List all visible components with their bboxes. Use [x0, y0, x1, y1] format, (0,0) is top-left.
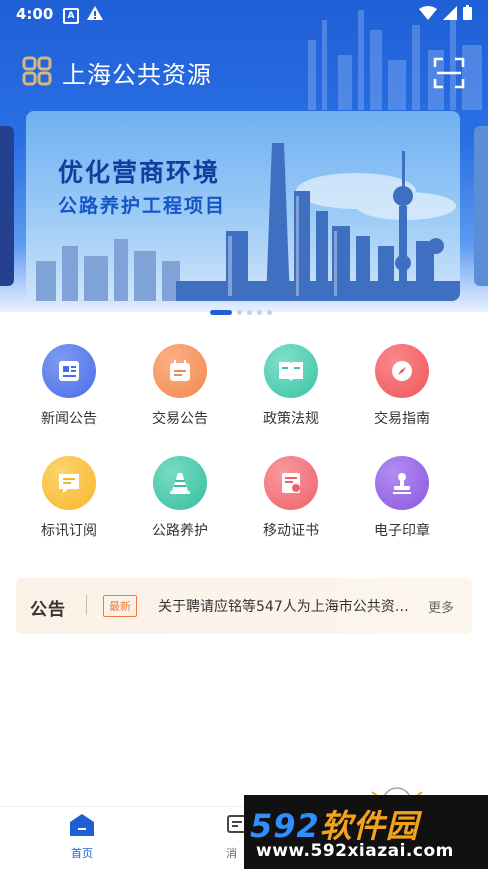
menu-label: 电子印章	[374, 523, 430, 539]
menu-item-policy[interactable]: 政策法规	[236, 344, 346, 428]
banner-next-peek[interactable]	[474, 126, 488, 286]
banner-prev-peek[interactable]	[0, 126, 14, 286]
nav-home[interactable]: 首页	[60, 813, 104, 861]
status-time: 4:00	[16, 5, 54, 23]
banner-title: 优化营商环境	[58, 158, 221, 187]
watermark-url: www.592xiazai.com	[256, 841, 454, 861]
menu-label: 标讯订阅	[41, 523, 97, 539]
menu-label: 交易指南	[374, 411, 430, 427]
menu-label: 政策法规	[263, 411, 319, 427]
banner-subtitle: 公路养护工程项目	[58, 195, 227, 217]
menu-label: 新闻公告	[41, 411, 97, 427]
battery-icon	[463, 5, 472, 20]
menu-item-subscription[interactable]: 标讯订阅	[14, 456, 124, 540]
warning-icon	[87, 6, 103, 20]
scan-icon[interactable]	[433, 57, 465, 89]
signal-icon	[443, 5, 457, 20]
compass-icon	[375, 344, 429, 398]
menu-item-mobile-certificate[interactable]: 移动证书	[236, 456, 346, 540]
status-bar: 4:00 A	[0, 0, 488, 30]
watermark-number: 592	[250, 807, 320, 845]
status-right-icons	[419, 5, 472, 20]
carousel-indicator	[210, 310, 272, 315]
carousel-dot[interactable]	[237, 310, 242, 315]
menu-item-guide[interactable]: 交易指南	[347, 344, 457, 428]
book-icon	[264, 344, 318, 398]
calendar-icon	[153, 344, 207, 398]
menu-item-road-maintenance[interactable]: 公路养护	[125, 456, 235, 540]
more-link[interactable]: 更多	[428, 597, 454, 616]
notice-divider	[86, 595, 87, 615]
watermark-name: 软件园	[319, 807, 419, 845]
menu-label: 移动证书	[263, 523, 319, 539]
carousel-dot[interactable]	[257, 310, 262, 315]
notification-a-icon: A	[63, 8, 79, 24]
stamp-icon	[375, 456, 429, 510]
menu-label: 交易公告	[152, 411, 208, 427]
cone-icon	[153, 456, 207, 510]
nav-home-label: 首页	[71, 847, 93, 860]
app-logo-icon	[22, 56, 52, 86]
news-icon	[42, 344, 96, 398]
notice-bar[interactable]: 公告 最新 关于聘请应铭等547人为上海市公共资源交易评标专家的公告 更多	[16, 578, 472, 634]
carousel-dot-active[interactable]	[210, 310, 232, 315]
notice-text[interactable]: 关于聘请应铭等547人为上海市公共资源交易评标专家的公告	[158, 596, 416, 616]
menu-item-e-seal[interactable]: 电子印章	[347, 456, 457, 540]
menu-label: 公路养护	[152, 523, 208, 539]
wifi-icon	[419, 5, 437, 20]
certificate-icon	[264, 456, 318, 510]
new-badge: 最新	[103, 595, 137, 617]
carousel-dot[interactable]	[247, 310, 252, 315]
watermark: 592软件园 www.592xiazai.com	[244, 795, 488, 869]
home-icon	[70, 814, 94, 836]
menu-item-news[interactable]: 新闻公告	[14, 344, 124, 428]
menu-item-trade-notice[interactable]: 交易公告	[125, 344, 235, 428]
carousel-dot[interactable]	[267, 310, 272, 315]
app-title: 上海公共资源	[62, 61, 212, 89]
message-icon	[42, 456, 96, 510]
notice-logo: 公告	[30, 600, 66, 620]
